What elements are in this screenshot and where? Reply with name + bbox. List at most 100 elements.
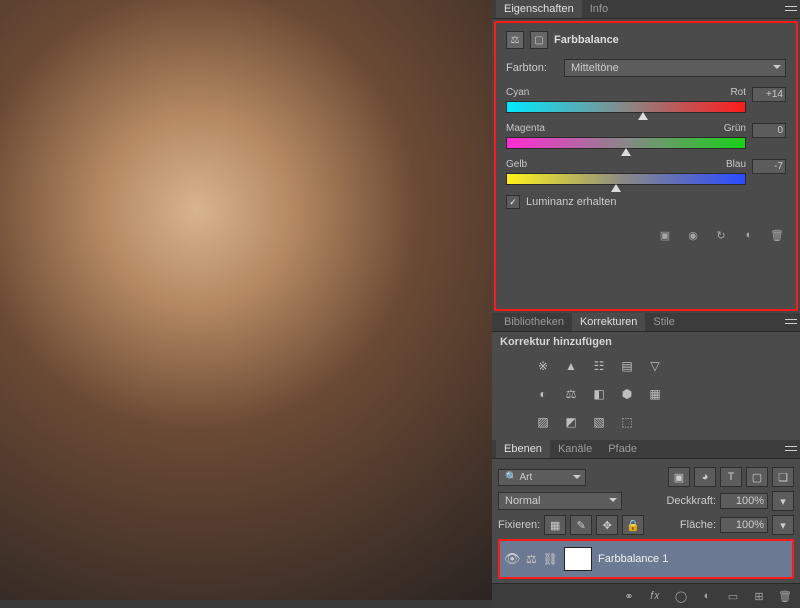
slider-magenta-green: Magenta Grün [506,123,786,149]
link-layers-icon[interactable]: ⚭ [620,588,638,604]
thumb-cyan-red[interactable] [638,112,648,120]
lock-position-icon[interactable]: ✥ [596,515,618,535]
new-layer-icon[interactable]: ⊞ [750,588,768,604]
curves-icon[interactable]: ☷ [588,356,610,376]
fill-flyout-icon[interactable]: ▾ [772,515,794,535]
adjustment-title: Farbbalance [554,34,619,46]
slider-yellow-blue: Gelb Blau [506,159,786,185]
label-cyan: Cyan [506,87,529,98]
value-yellow-blue[interactable] [752,159,786,174]
tab-eigenschaften[interactable]: Eigenschaften [496,0,582,18]
new-adjustment-icon[interactable]: ◐ [698,588,716,604]
value-cyan-red[interactable] [752,87,786,102]
filter-type-icon[interactable]: T [720,467,742,487]
new-group-icon[interactable]: ▭ [724,588,742,604]
label-magenta: Magenta [506,123,545,134]
layer-name-label[interactable]: Farbbalance 1 [598,553,668,565]
black-white-icon[interactable]: ◧ [588,384,610,404]
fill-value[interactable]: 100% [720,517,768,533]
panel-menu-icon[interactable] [784,443,798,457]
add-correction-heading: Korrektur hinzufügen [492,332,800,352]
blend-opacity-row: Normal Deckkraft: 100% ▾ [498,491,794,511]
properties-panel-tabs: Eigenschaften Info [492,0,800,19]
panel-menu-icon[interactable] [784,316,798,330]
tab-kanaele[interactable]: Kanäle [550,440,600,458]
delete-layer-icon[interactable]: 🗑 [776,588,794,604]
add-mask-icon[interactable]: ◯ [672,588,690,604]
layers-bottom-bar: ⚭ 𝑓𝑥 ◯ ◐ ▭ ⊞ 🗑 [492,583,800,608]
filter-pixel-icon[interactable]: ▣ [668,467,690,487]
layers-panel-tabs: Ebenen Kanäle Pfade [492,440,800,459]
filter-smart-icon[interactable]: ❏ [772,467,794,487]
label-gruen: Grün [724,123,746,134]
filter-adjust-icon[interactable]: ◕ [694,467,716,487]
opacity-value[interactable]: 100% [720,493,768,509]
filter-shape-icon[interactable]: ▢ [746,467,768,487]
layer-visibility-icon[interactable]: 👁 [504,551,520,567]
tab-info[interactable]: Info [582,0,616,18]
channel-mixer-icon[interactable]: ▦ [644,384,666,404]
track-magenta-green[interactable] [506,137,746,149]
lock-transparency-icon[interactable]: ▦ [544,515,566,535]
mask-icon: ▢ [530,31,548,49]
thumb-yellow-blue[interactable] [611,184,621,192]
layers-panel: 🔍Art ▣ ◕ T ▢ ❏ Normal Deckkraft: 100% ▾ … [492,459,800,583]
track-yellow-blue[interactable] [506,173,746,185]
vibrance-icon[interactable]: ▽ [644,356,666,376]
lock-all-icon[interactable]: 🔒 [622,515,644,535]
layer-style-icon[interactable]: 𝑓𝑥 [646,588,664,604]
corrections-panel: Korrektur hinzufügen ※ ▲ ☷ ▤ ▽ ◐ ⚖ ◧ ⬢ ▦… [492,332,800,440]
exposure-icon[interactable]: ▤ [616,356,638,376]
tab-stile[interactable]: Stile [645,313,682,331]
preserve-luminance-checkbox[interactable]: ✓ [506,195,520,209]
clip-icon[interactable]: ▣ [656,227,674,243]
tab-ebenen[interactable]: Ebenen [496,440,550,458]
lock-pixels-icon[interactable]: ✎ [570,515,592,535]
layer-adjustment-icon: ⚖ [526,552,537,566]
posterize-icon[interactable]: ◩ [560,412,582,432]
trash-icon[interactable]: 🗑 [768,227,786,243]
layer-link-icon: ⛓ [543,552,558,566]
photo-filter-icon[interactable]: ⬢ [616,384,638,404]
balance-icon: ⚖ [506,31,524,49]
hue-sat-icon[interactable]: ◐ [532,384,554,404]
invert-icon[interactable]: ▨ [532,412,554,432]
color-balance-icon[interactable]: ⚖ [560,384,582,404]
correction-icons-row3: ▨ ◩ ▧ ⬚ [492,408,800,436]
label-blau: Blau [726,159,746,170]
layer-mask-thumb[interactable] [564,547,592,571]
layer-filter-dropdown[interactable]: 🔍Art [498,469,586,486]
lock-label: Fixieren: [498,519,540,531]
canvas-area [0,0,492,600]
correction-icons-row2: ◐ ⚖ ◧ ⬢ ▦ [492,380,800,408]
levels-icon[interactable]: ▲ [560,356,582,376]
value-magenta-green[interactable] [752,123,786,138]
gradient-map-icon[interactable]: ⬚ [616,412,638,432]
panel-menu-icon[interactable] [784,3,798,17]
label-gelb: Gelb [506,159,527,170]
thumb-magenta-green[interactable] [621,148,631,156]
adjustment-title-row: ⚖ ▢ Farbbalance [506,31,786,49]
opacity-label: Deckkraft: [666,495,716,507]
blend-mode-value: Normal [505,495,540,507]
tone-dropdown[interactable]: Mitteltöne [564,59,786,77]
tab-korrekturen[interactable]: Korrekturen [572,313,645,331]
brightness-contrast-icon[interactable]: ※ [532,356,554,376]
document-preview[interactable] [0,0,492,600]
visibility-icon[interactable]: ◐ [740,227,758,243]
preserve-luminance-row: ✓ Luminanz erhalten [506,195,786,209]
fill-label: Fläche: [680,519,716,531]
track-cyan-red[interactable] [506,101,746,113]
view-previous-icon[interactable]: ◉ [684,227,702,243]
slider-cyan-red: Cyan Rot [506,87,786,113]
corrections-panel-tabs: Bibliotheken Korrekturen Stile [492,313,800,332]
tone-dropdown-value: Mitteltöne [571,62,619,74]
tab-bibliotheken[interactable]: Bibliotheken [496,313,572,331]
tab-pfade[interactable]: Pfade [600,440,645,458]
blend-mode-dropdown[interactable]: Normal [498,492,622,510]
threshold-icon[interactable]: ▧ [588,412,610,432]
label-rot: Rot [730,87,746,98]
reset-icon[interactable]: ↻ [712,227,730,243]
layer-row-farbbalance[interactable]: 👁 ⚖ ⛓ Farbbalance 1 [498,539,794,579]
opacity-flyout-icon[interactable]: ▾ [772,491,794,511]
